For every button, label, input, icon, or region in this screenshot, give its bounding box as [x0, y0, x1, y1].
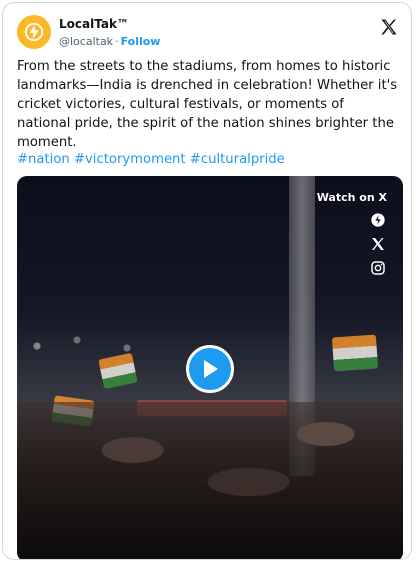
- watch-on-x-link[interactable]: Watch on X: [317, 191, 387, 204]
- video-scene-lights: [17, 326, 177, 366]
- play-icon: [204, 360, 218, 378]
- hashtag-nation[interactable]: #nation: [17, 152, 70, 167]
- account-handle[interactable]: @localtak: [59, 35, 113, 48]
- video-side-icons: [369, 211, 387, 283]
- video-player[interactable]: Watch on X: [17, 176, 403, 559]
- instagram-icon[interactable]: [369, 259, 387, 277]
- follow-button[interactable]: Follow: [121, 35, 161, 48]
- play-button[interactable]: [186, 345, 234, 393]
- tweet-text: From the streets to the stadiums, from h…: [17, 59, 398, 150]
- tweet-card: LocalTak™ @localtak · Follow From the stre…: [2, 2, 412, 560]
- separator: ·: [115, 35, 119, 48]
- video-scene-flag: [98, 352, 138, 390]
- hashtag-list: #nation #victorymoment #culturalpride: [17, 150, 401, 169]
- hashtag-culturalpride[interactable]: #culturalpride: [190, 152, 285, 167]
- avatar[interactable]: [17, 15, 51, 49]
- x-logo-icon[interactable]: [369, 235, 387, 253]
- account-info: LocalTak™ @localtak · Follow: [59, 17, 160, 49]
- lightning-bolt-icon: [24, 22, 44, 42]
- video-scene-flag: [331, 334, 379, 372]
- video-scene-crowd: [17, 402, 403, 559]
- localtak-logo-icon[interactable]: [369, 211, 387, 229]
- account-handle-row: @localtak · Follow: [59, 34, 160, 49]
- hashtag-victorymoment[interactable]: #victorymoment: [74, 152, 186, 167]
- tweet-header: LocalTak™ @localtak · Follow: [17, 15, 399, 51]
- account-name[interactable]: LocalTak™: [59, 17, 160, 32]
- x-logo-icon[interactable]: [379, 17, 399, 37]
